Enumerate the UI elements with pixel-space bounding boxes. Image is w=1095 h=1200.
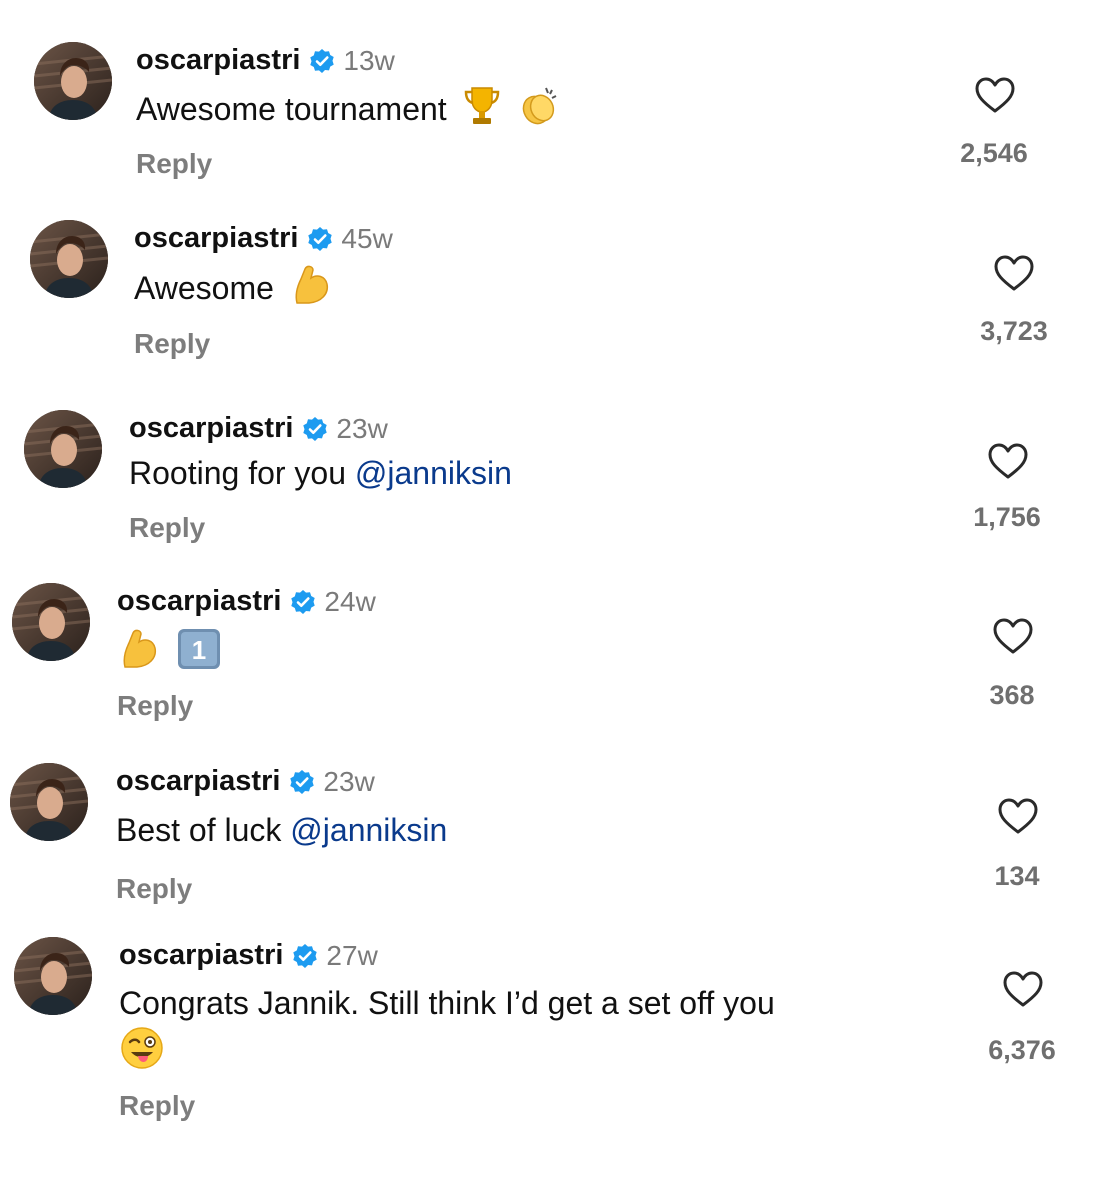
verified-badge-icon	[292, 943, 318, 969]
avatar[interactable]	[14, 937, 92, 1015]
like-count: 134	[994, 861, 1040, 891]
reply-button[interactable]: Reply	[117, 690, 193, 722]
avatar[interactable]	[12, 583, 90, 661]
like-count: 3,723	[980, 316, 1048, 346]
timestamp: 23w	[323, 765, 375, 797]
timestamp: 13w	[343, 44, 395, 76]
timestamp: 23w	[336, 412, 388, 444]
comment-text: Awesome	[134, 269, 274, 306]
timestamp: 27w	[326, 939, 378, 971]
username[interactable]: oscarpiastri	[134, 222, 298, 255]
flexed-biceps-icon	[289, 263, 333, 318]
verified-badge-icon	[302, 416, 328, 442]
heart-icon[interactable]	[1002, 970, 1044, 1008]
verified-badge-icon	[307, 226, 333, 252]
like-count: 368	[989, 680, 1035, 710]
reply-button[interactable]: Reply	[119, 1090, 195, 1122]
avatar[interactable]	[30, 220, 108, 298]
heart-icon[interactable]	[997, 797, 1039, 835]
username[interactable]: oscarpiastri	[129, 412, 293, 445]
svg-text:1: 1	[192, 635, 206, 665]
avatar[interactable]	[24, 410, 102, 488]
like-count: 1,756	[973, 502, 1041, 532]
reply-button[interactable]: Reply	[134, 328, 210, 360]
trophy-icon	[462, 84, 502, 139]
username[interactable]: oscarpiastri	[119, 939, 283, 972]
avatar[interactable]	[10, 763, 88, 841]
keycap-1-icon: 1	[176, 627, 222, 682]
reply-button[interactable]: Reply	[136, 148, 212, 180]
comment-text: Congrats Jannik. Still think I’d get a s…	[119, 985, 775, 1021]
timestamp: 24w	[324, 585, 376, 617]
reply-button[interactable]: Reply	[116, 873, 192, 905]
winking-face-tongue-icon	[119, 1025, 165, 1082]
clapping-hands-icon	[516, 84, 560, 139]
heart-icon[interactable]	[987, 442, 1029, 480]
username[interactable]: oscarpiastri	[117, 585, 281, 618]
timestamp: 45w	[341, 222, 393, 254]
like-count: 6,376	[988, 1035, 1056, 1065]
heart-icon[interactable]	[992, 617, 1034, 655]
verified-badge-icon	[309, 48, 335, 74]
comment-text: Awesome tournament	[136, 90, 447, 127]
mention-link[interactable]: @janniksin	[290, 812, 447, 848]
verified-badge-icon	[290, 589, 316, 615]
username[interactable]: oscarpiastri	[116, 765, 280, 798]
heart-icon[interactable]	[974, 76, 1016, 114]
verified-badge-icon	[289, 769, 315, 795]
avatar[interactable]	[34, 42, 112, 120]
like-count: 2,546	[960, 138, 1028, 168]
comment-text: Best of luck	[116, 812, 282, 848]
comment-text: Rooting for you	[129, 455, 347, 491]
username[interactable]: oscarpiastri	[136, 44, 300, 77]
mention-link[interactable]: @janniksin	[355, 455, 512, 491]
reply-button[interactable]: Reply	[129, 512, 205, 544]
flexed-biceps-icon	[117, 627, 161, 682]
heart-icon[interactable]	[993, 254, 1035, 292]
